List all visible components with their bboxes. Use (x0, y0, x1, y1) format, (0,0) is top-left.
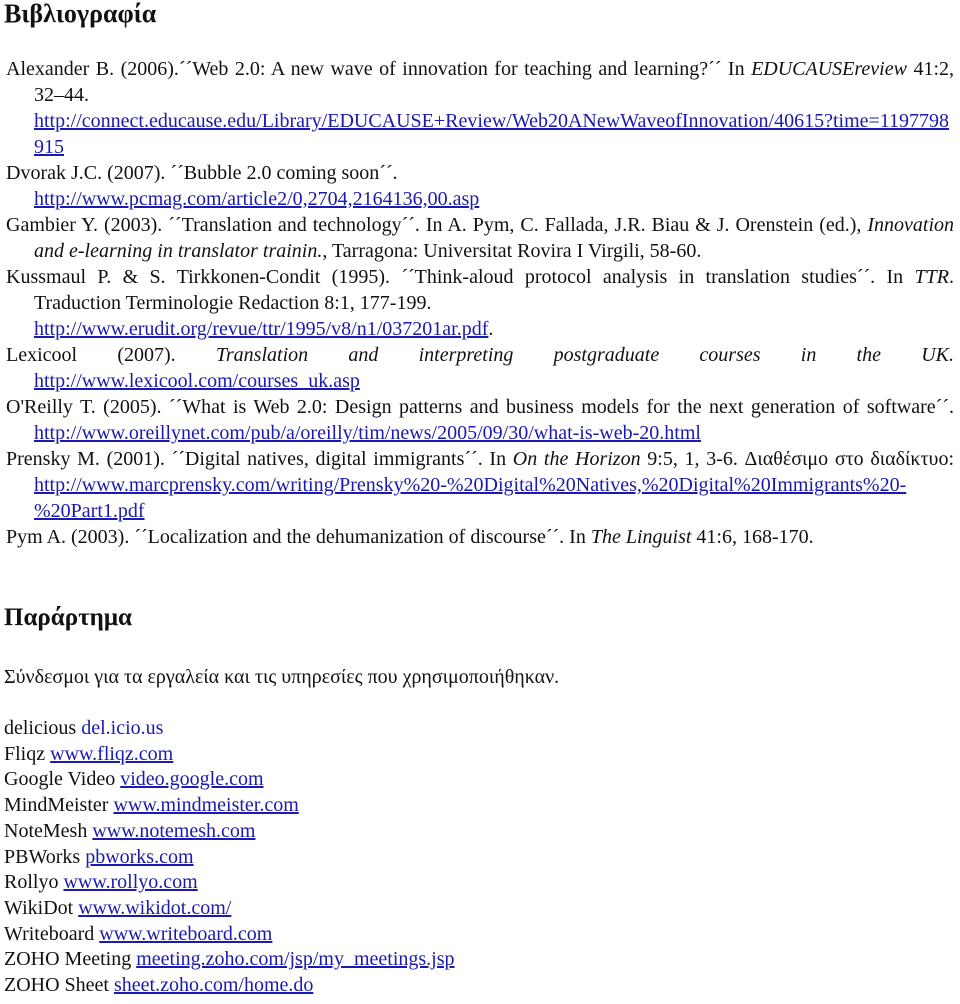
reference-text: , Tarragona: Universitat Rovira I Virgil… (322, 240, 702, 262)
tool-name: delicious (4, 717, 77, 739)
reference-link[interactable]: http://www.oreillynet.com/pub/a/oreilly/… (34, 422, 701, 444)
reference-link[interactable]: http://www.erudit.org/revue/ttr/1995/v8/… (34, 318, 488, 340)
tool-name: PBWorks (4, 845, 81, 868)
tool-item-pbworks: PBWorks pbworks.com (4, 845, 455, 871)
tool-name: NoteMesh (4, 819, 88, 842)
appendix-intro: Σύνδεσμοι για τα εργαλεία και τις υπηρεσ… (4, 666, 560, 688)
reference-text: . (488, 318, 494, 340)
reference-text: Alexander B. (2006).´´Web 2.0: A new wav… (6, 58, 752, 80)
tool-item-mindmeister: MindMeister www.mindmeister.com (4, 793, 455, 819)
reference-text: Kussmaul P. & S. Tirkkonen-Condit (1995)… (6, 266, 915, 288)
reference-text: Dvorak J.C. (2007). ´´Bubble 2.0 coming … (6, 162, 398, 184)
reference-gambier: Gambier Y. (2003). ´´Translation and tec… (6, 212, 954, 264)
appendix-heading: Παράρτημα (4, 604, 132, 631)
reference-journal: On the Horizon (512, 448, 641, 470)
tool-link[interactable]: pbworks.com (85, 846, 193, 868)
tool-link[interactable]: www.fliqz.com (50, 743, 173, 765)
tool-link[interactable]: www.rollyo.com (63, 871, 197, 893)
reference-dvorak: Dvorak J.C. (2007). ´´Bubble 2.0 coming … (6, 160, 954, 212)
tool-item-writeboard: Writeboard www.writeboard.com (4, 922, 455, 948)
tool-name: WikiDot (4, 896, 74, 919)
reference-lexicool: Lexicool (2007). Translation and interpr… (6, 342, 954, 394)
tool-name: ZOHO Meeting (4, 948, 132, 971)
tool-name: Google Video (4, 768, 116, 791)
reference-journal: TTR (914, 266, 949, 288)
reference-text: Lexicool (2007). (6, 344, 216, 366)
reference-link[interactable]: http://www.pcmag.com/article2/0,2704,216… (34, 188, 479, 210)
reference-title: Translation and interpreting postgraduat… (215, 344, 954, 366)
tool-link[interactable]: del.icio.us (81, 717, 163, 739)
tool-link[interactable]: video.google.com (120, 768, 263, 790)
tool-link[interactable]: www.notemesh.com (92, 820, 255, 842)
reference-text: Pym A. (2003). ´´Localization and the de… (6, 526, 591, 548)
reference-link[interactable]: http://www.marcprensky.com/writing/Prens… (34, 474, 906, 522)
tool-name: Rollyo (4, 871, 59, 894)
reference-journal: The Linguist (590, 526, 692, 548)
tool-item-fliqz: Fliqz www.fliqz.com (4, 742, 455, 768)
reference-journal: EDUCAUSEreview (751, 58, 907, 80)
tool-item-zoho-meeting: ZOHO Meeting meeting.zoho.com/jsp/my_mee… (4, 947, 455, 973)
tool-link[interactable]: www.mindmeister.com (113, 794, 298, 816)
reference-text: 41:6, 168-170. (691, 526, 814, 548)
reference-link[interactable]: http://www.lexicool.com/courses_uk.asp (34, 370, 360, 392)
tool-item-notemesh: NoteMesh www.notemesh.com (4, 819, 455, 845)
reference-alexander: Alexander B. (2006).´´Web 2.0: A new wav… (6, 56, 954, 160)
reference-link[interactable]: http://connect.educause.edu/Library/EDUC… (34, 110, 949, 158)
tool-name: Fliqz (4, 742, 46, 765)
tool-link[interactable]: meeting.zoho.com/jsp/my_meetings.jsp (136, 948, 454, 970)
reference-kussmaul: Kussmaul P. & S. Tirkkonen-Condit (1995)… (6, 264, 954, 342)
tools-list: delicious del.icio.us Fliqz www.fliqz.co… (4, 716, 455, 999)
tool-item-google-video: Google Video video.google.com (4, 767, 455, 793)
bibliography-list: Alexander B. (2006).´´Web 2.0: A new wav… (6, 56, 954, 550)
bibliography-heading: Βιβλιογραφία (4, 0, 157, 28)
reference-text: Prensky M. (2001). ´´Digital natives, di… (6, 448, 513, 470)
tool-name: MindMeister (4, 794, 109, 817)
reference-oreilly: O'Reilly T. (2005). ´´What is Web 2.0: D… (6, 394, 954, 446)
tool-link[interactable]: www.wikidot.com/ (78, 897, 231, 919)
tool-item-rollyo: Rollyo www.rollyo.com (4, 870, 455, 896)
tool-link[interactable]: www.writeboard.com (99, 923, 272, 945)
reference-prensky: Prensky M. (2001). ´´Digital natives, di… (6, 446, 954, 524)
tool-item-zoho-sheet: ZOHO Sheet sheet.zoho.com/home.do (4, 973, 455, 999)
reference-text: O'Reilly T. (2005). ´´What is Web 2.0: D… (6, 396, 954, 418)
tool-item-delicious: delicious del.icio.us (4, 716, 455, 742)
tool-link[interactable]: sheet.zoho.com/home.do (114, 974, 313, 996)
tool-name: ZOHO Sheet (4, 974, 109, 997)
reference-text: Gambier Y. (2003). ´´Translation and tec… (6, 214, 868, 236)
reference-text: 9:5, 1, 3-6. Διαθέσιμο στο διαδίκτυο: (640, 448, 954, 470)
tool-item-wikidot: WikiDot www.wikidot.com/ (4, 896, 455, 922)
reference-pym: Pym A. (2003). ´´Localization and the de… (6, 524, 954, 550)
tool-name: Writeboard (4, 922, 95, 945)
